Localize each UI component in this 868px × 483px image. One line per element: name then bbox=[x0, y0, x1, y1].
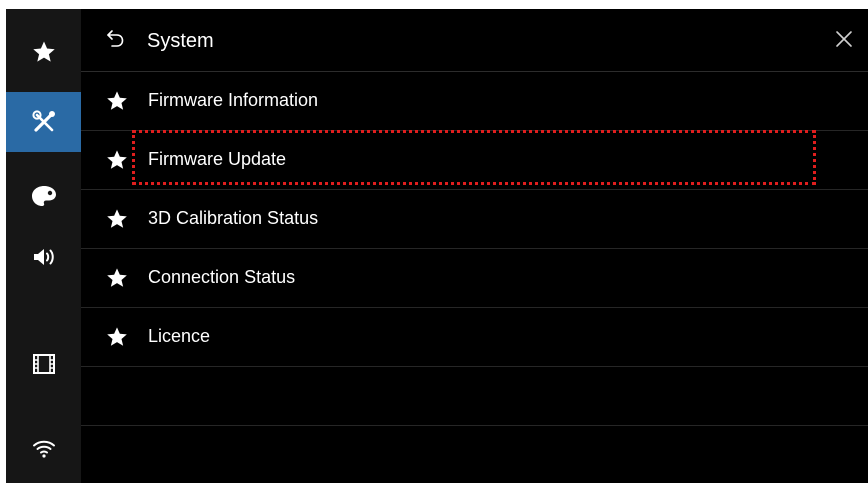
star-icon bbox=[107, 150, 127, 169]
empty-row bbox=[81, 367, 868, 426]
head-unit-screen: System Firmware Information Firmware Upd… bbox=[6, 9, 868, 483]
speaker-icon bbox=[33, 249, 54, 265]
panel-header: System bbox=[81, 9, 868, 72]
menu-item-firmware-information[interactable]: Firmware Information bbox=[81, 72, 868, 131]
menu-item-firmware-update[interactable]: Firmware Update bbox=[81, 131, 868, 190]
palette-icon bbox=[31, 186, 56, 206]
film-icon bbox=[32, 354, 55, 374]
star-icon bbox=[32, 41, 55, 62]
menu-item-connection-status[interactable]: Connection Status bbox=[81, 249, 868, 308]
tools-icon bbox=[31, 110, 55, 132]
system-menu-panel: System Firmware Information Firmware Upd… bbox=[81, 9, 868, 483]
sidebar-favorites-button[interactable] bbox=[6, 23, 81, 81]
star-icon bbox=[107, 91, 127, 110]
menu-item-label: 3D Calibration Status bbox=[148, 208, 319, 228]
star-icon bbox=[107, 268, 127, 287]
menu-item-label: Firmware Information bbox=[148, 90, 319, 110]
menu-item-label: Licence bbox=[148, 326, 211, 346]
sidebar bbox=[6, 9, 81, 483]
wifi-icon bbox=[32, 440, 55, 458]
back-arrow-icon[interactable] bbox=[106, 28, 124, 48]
star-icon bbox=[107, 327, 127, 346]
star-icon bbox=[107, 209, 127, 228]
menu-item-label: Connection Status bbox=[148, 267, 296, 287]
sidebar-video-button[interactable] bbox=[6, 335, 81, 393]
close-icon[interactable] bbox=[834, 29, 854, 49]
sidebar-theme-button[interactable] bbox=[6, 167, 81, 225]
menu-item-label: Firmware Update bbox=[148, 149, 287, 169]
sidebar-wireless-button[interactable] bbox=[6, 419, 81, 477]
sidebar-settings-button[interactable] bbox=[6, 92, 81, 152]
sidebar-audio-button[interactable] bbox=[6, 228, 81, 286]
page-title: System bbox=[147, 30, 214, 52]
menu-item-licence[interactable]: Licence bbox=[81, 308, 868, 367]
menu-item-3d-calibration-status[interactable]: 3D Calibration Status bbox=[81, 190, 868, 249]
